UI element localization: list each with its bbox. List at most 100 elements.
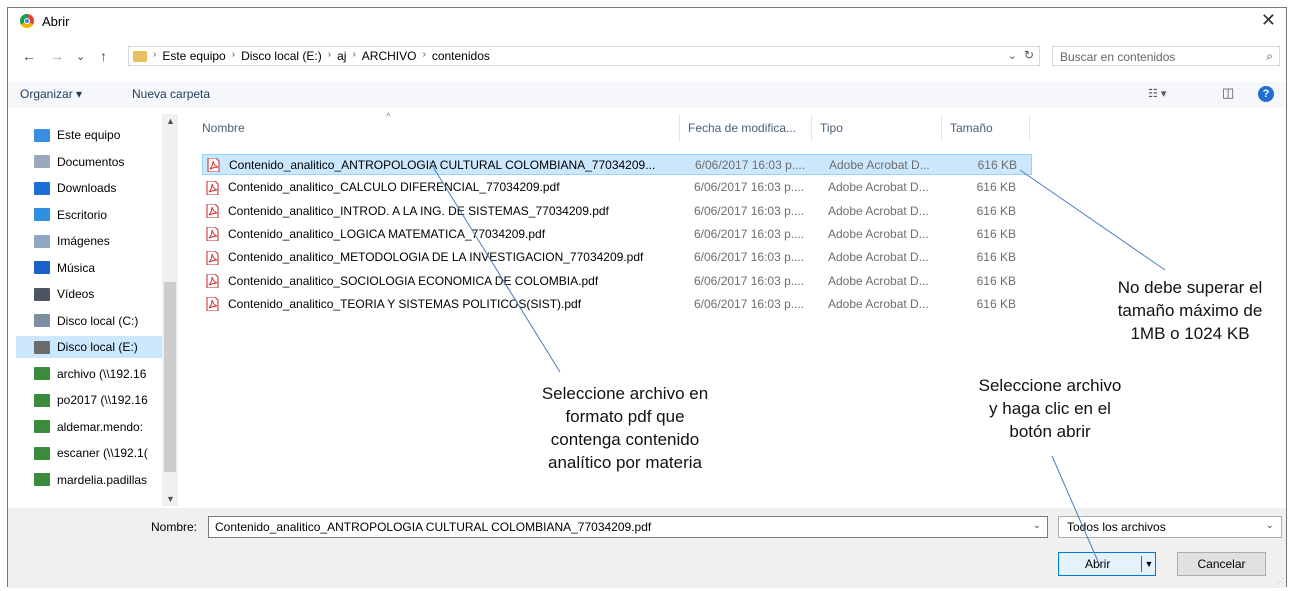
sidebar-item-label: Escritorio	[57, 207, 108, 222]
refresh-icon[interactable]: ↻	[1024, 48, 1034, 62]
sidebar-item[interactable]: Documentos	[16, 151, 174, 173]
up-arrow-icon[interactable]: ↑	[100, 48, 107, 64]
open-button[interactable]: Abrir ▼	[1058, 552, 1156, 576]
file-type-value: Todos los archivos	[1067, 520, 1166, 534]
network-drive-icon	[34, 367, 50, 380]
sidebar-item-label: Downloads	[57, 181, 117, 195]
breadcrumb-item[interactable]: Disco local (E:)	[241, 49, 322, 63]
column-header-size[interactable]: Tamaño	[942, 114, 1030, 142]
pdf-file-icon	[206, 297, 219, 312]
annotation-line-text: botón abrir	[1009, 422, 1091, 441]
navigation-scrollbar[interactable]: ▲ ▼	[162, 114, 178, 506]
organize-button[interactable]: Organizar ▾	[20, 87, 82, 101]
column-header-type[interactable]: Tipo	[812, 114, 942, 142]
sidebar-item[interactable]: Música	[16, 257, 174, 279]
file-row[interactable]: Contenido_analitico_LOGICA MATEMATICA_77…	[202, 224, 1032, 245]
annotation-line-text: analítico por materia	[547, 453, 703, 472]
new-folder-button[interactable]: Nueva carpeta	[132, 87, 210, 101]
preview-pane-icon[interactable]: ◫	[1222, 85, 1234, 101]
close-icon[interactable]: ✕	[1261, 10, 1276, 31]
file-type-dropdown-icon[interactable]: ⌄	[1266, 520, 1274, 531]
address-row: ← → ⌄ ↑ › Este equipo › Disco local (E:) › aj…	[8, 44, 1286, 70]
forward-arrow-icon[interactable]: →	[50, 48, 64, 64]
resize-grip-icon[interactable]: ⋰	[1276, 577, 1284, 586]
network-drive-icon	[34, 446, 50, 460]
sidebar-item[interactable]: escaner (\\192.1(	[16, 442, 174, 464]
sidebar-item-label: mardelia.padillas	[57, 472, 148, 487]
network-drive-icon	[34, 393, 50, 407]
sidebar-item[interactable]: aldemar.mendo:	[16, 416, 174, 438]
breadcrumb-separator-icon[interactable]: ›	[153, 49, 156, 63]
file-type-select[interactable]: Todos los archivos ⌄	[1058, 516, 1282, 538]
breadcrumb-item[interactable]: contenidos	[432, 49, 490, 63]
file-name: Contenido_analitico_INTROD. A LA ING. DE…	[228, 203, 609, 218]
sidebar-item[interactable]: Imágenes	[16, 230, 174, 252]
annotation-line-text: y haga clic en el	[989, 399, 1111, 418]
filename-dropdown-icon[interactable]: ⌄	[1033, 520, 1041, 531]
scroll-up-icon[interactable]: ▲	[166, 116, 175, 126]
file-row[interactable]: Contenido_analitico_TEORIA Y SISTEMAS PO…	[202, 294, 1032, 315]
recent-locations-icon[interactable]: ⌄	[76, 50, 85, 63]
sidebar-item[interactable]: mardelia.padillas	[16, 469, 174, 491]
file-date: 6/06/2017 16:03 p....	[694, 273, 805, 288]
sidebar-item[interactable]: Disco local (E:)	[16, 336, 174, 358]
sidebar-item[interactable]: po2017 (\\192.16	[16, 389, 174, 411]
sidebar-item[interactable]: archivo (\\192.16	[16, 363, 174, 385]
file-row[interactable]: Contenido_analitico_CALCULO DIFERENCIAL_…	[202, 177, 1032, 198]
view-options-icon[interactable]: ☷ ▾	[1148, 87, 1166, 100]
file-name: Contenido_analitico_TEORIA Y SISTEMAS PO…	[228, 296, 582, 311]
sidebar-item-label: po2017 (\\192.16	[57, 393, 148, 407]
file-size: 616 KB	[977, 158, 1017, 172]
file-name: Contenido_analitico_METODOLOGIA DE LA IN…	[228, 250, 644, 265]
dialog-footer: Nombre: Contenido_analitico_ANTROPOLOGIA…	[8, 508, 1286, 588]
breadcrumb-item[interactable]: aj	[337, 49, 346, 63]
scroll-down-icon[interactable]: ▼	[166, 494, 175, 504]
sidebar-item[interactable]: Este equipo	[16, 124, 174, 146]
file-row[interactable]: Contenido_analitico_SOCIOLOGIA ECONOMICA…	[202, 271, 1032, 292]
open-split-dropdown-icon[interactable]: ▼	[1141, 556, 1156, 572]
breadcrumb-separator-icon[interactable]: ›	[232, 49, 235, 63]
sidebar-item-label: Disco local (E:)	[57, 340, 138, 354]
sidebar-item[interactable]: Escritorio	[16, 204, 174, 226]
cancel-button[interactable]: Cancelar	[1177, 552, 1266, 576]
filename-input[interactable]: Contenido_analitico_ANTROPOLOGIA CULTURA…	[208, 516, 1048, 538]
sidebar-item-label: archivo (\\192.16	[57, 366, 147, 381]
breadcrumb-separator-icon[interactable]: ›	[352, 49, 355, 63]
pdf-file-icon	[206, 250, 219, 265]
annotation-open-note: Seleccione archivo y haga clic en el bot…	[955, 374, 1145, 443]
file-date: 6/06/2017 16:03 p....	[694, 250, 805, 265]
back-arrow-icon[interactable]: ←	[22, 48, 36, 64]
pdf-file-icon	[206, 204, 219, 219]
breadcrumb-separator-icon[interactable]: ›	[328, 49, 331, 63]
sidebar-item[interactable]: Disco local (C:)	[16, 310, 174, 332]
search-input[interactable]: Buscar en contenidos ⌕	[1052, 46, 1280, 66]
column-header-name[interactable]: Nombre	[194, 114, 680, 142]
sidebar-item[interactable]: Downloads	[16, 177, 174, 199]
pdf-file-icon	[206, 227, 219, 242]
breadcrumb: › Este equipo › Disco local (E:) › aj › ARCHIVO…	[153, 49, 496, 63]
address-bar[interactable]: › Este equipo › Disco local (E:) › aj › ARCHIVO…	[128, 46, 1040, 66]
chrome-icon	[20, 14, 34, 28]
file-size: 616 KB	[976, 273, 1016, 288]
breadcrumb-separator-icon[interactable]: ›	[422, 49, 425, 63]
pdf-file-icon	[206, 274, 219, 288]
file-type: Adobe Acrobat D...	[828, 226, 929, 241]
help-icon[interactable]: ?	[1258, 86, 1274, 102]
file-date: 6/06/2017 16:03 p....	[694, 180, 805, 195]
title-bar: Abrir ✕	[8, 8, 1286, 34]
documents-icon	[34, 155, 50, 168]
file-row[interactable]: Contenido_analitico_METODOLOGIA DE LA IN…	[202, 247, 1032, 268]
pdf-file-icon	[206, 180, 219, 195]
file-date: 6/06/2017 16:03 p....	[694, 296, 805, 311]
scrollbar-thumb[interactable]	[164, 282, 176, 472]
file-row[interactable]: Contenido_analitico_INTROD. A LA ING. DE…	[202, 201, 1032, 222]
breadcrumb-item[interactable]: Este equipo	[162, 49, 225, 63]
file-type: Adobe Acrobat D...	[829, 158, 930, 172]
address-dropdown-icon[interactable]: ⌄	[1008, 49, 1017, 62]
dialog-title: Abrir	[42, 14, 70, 29]
file-row[interactable]: Contenido_analitico_ANTROPOLOGIA CULTURA…	[202, 154, 1032, 175]
column-header-date[interactable]: Fecha de modifica...	[680, 114, 812, 142]
sidebar-item[interactable]: Vídeos	[16, 283, 174, 305]
pdf-file-icon	[207, 157, 220, 172]
breadcrumb-item[interactable]: ARCHIVO	[362, 49, 417, 63]
